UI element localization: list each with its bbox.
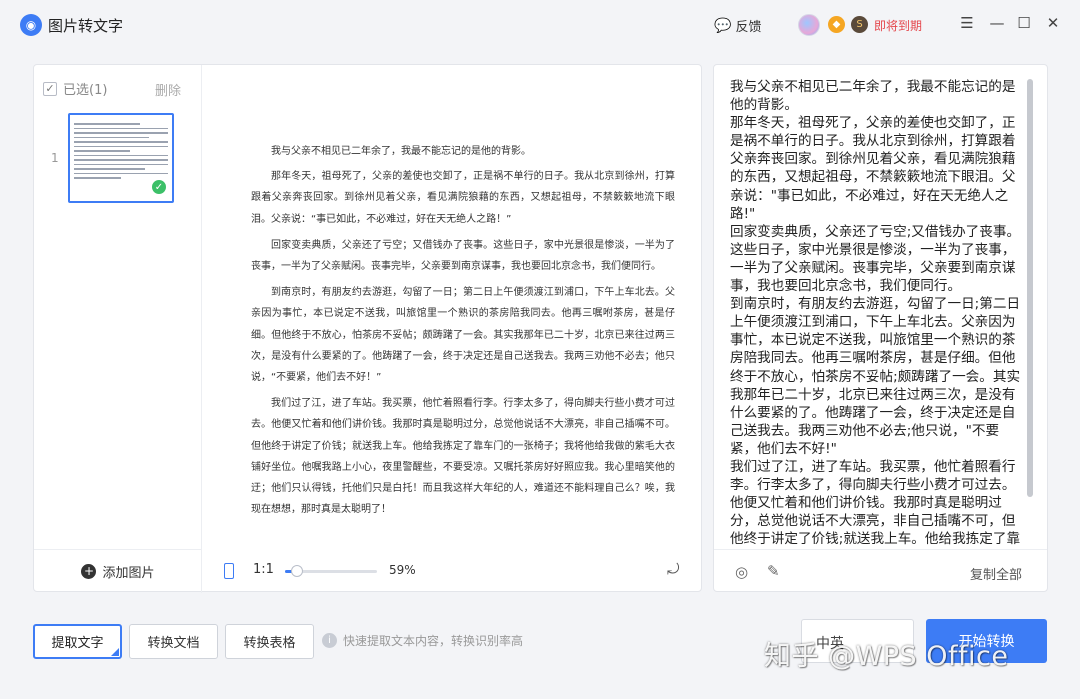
result-text[interactable]: 我与父亲不相见已二年余了，我最不能忘记的是他的背影。 那年冬天，祖母死了，父亲的… bbox=[730, 78, 1022, 548]
super-member-icon: S bbox=[851, 16, 868, 33]
feedback-label: 反馈 bbox=[735, 20, 762, 35]
app-title: 图片转文字 bbox=[48, 17, 124, 35]
maximize-icon[interactable]: ☐ bbox=[1014, 14, 1034, 32]
convert-document-button[interactable]: 转换文档 bbox=[129, 624, 218, 659]
add-image-label: 添加图片 bbox=[102, 566, 155, 581]
info-icon: i bbox=[322, 633, 337, 648]
result-panel: 我与父亲不相见已二年余了，我最不能忘记的是他的背影。 那年冬天，祖母死了，父亲的… bbox=[713, 64, 1048, 592]
result-paragraph: 到南京时，有朋友约去游逛，勾留了一日;第二日上午便须渡江到浦口，下午上车北去。父… bbox=[730, 296, 1021, 457]
zoom-slider-handle[interactable] bbox=[290, 565, 303, 577]
extract-text-button[interactable]: 提取文字 bbox=[33, 624, 122, 659]
convert-table-button[interactable]: 转换表格 bbox=[225, 624, 314, 659]
minimize-icon[interactable]: — bbox=[987, 14, 1007, 32]
hint-text: 快速提取文本内容，转换识别率高 bbox=[343, 634, 524, 648]
preview-document: 我与父亲不相见已二年余了，我最不能忘记的是他的背影。 那年冬天，祖母死了，父亲的… bbox=[251, 141, 675, 525]
feedback-icon: 💬 bbox=[714, 17, 732, 34]
result-scrollbar[interactable] bbox=[1027, 79, 1033, 549]
thumbnail-column: ✓ 已选(1) 删除 1 ✓ + 添加图片 bbox=[34, 65, 202, 593]
rotate-icon[interactable]: ⤾ bbox=[667, 560, 680, 578]
delete-button[interactable]: 删除 bbox=[155, 80, 181, 99]
watermark: 知乎 @WPS Office bbox=[764, 641, 1009, 672]
selected-check-icon: ✓ bbox=[151, 179, 167, 195]
title-bar: ◉ 图片转文字 💬 反馈 ◆ S 即将到期 ☰ — ☐ ✕ bbox=[0, 0, 1080, 50]
image-preview[interactable]: 我与父亲不相见已二年余了，我最不能忘记的是他的背影。 那年冬天，祖母死了，父亲的… bbox=[203, 65, 702, 549]
select-all-label: 已选(1) bbox=[63, 83, 108, 98]
copy-all-button[interactable]: 复制全部 bbox=[970, 564, 1022, 583]
preview-toolbar: 1:1 59% ⤾ bbox=[203, 549, 702, 593]
add-image-button[interactable]: + 添加图片 bbox=[34, 549, 202, 593]
result-scrollbar-thumb[interactable] bbox=[1027, 79, 1033, 497]
fit-width-icon[interactable] bbox=[224, 563, 234, 579]
vip-badge-icon: ◆ bbox=[828, 16, 845, 33]
checkbox-check-icon: ✓ bbox=[43, 81, 57, 96]
image-workspace: ✓ 已选(1) 删除 1 ✓ + 添加图片 我与父亲不相见已二年余了，我最不能忘… bbox=[33, 64, 702, 593]
close-icon[interactable]: ✕ bbox=[1043, 14, 1063, 32]
hint: i 快速提取文本内容，转换识别率高 bbox=[322, 632, 523, 649]
proofread-icon[interactable]: ◎ bbox=[735, 563, 748, 581]
preview-paragraph: 我们过了江，进了车站。我买票，他忙着照看行李。行李太多了，得向脚夫行些小费才可过… bbox=[251, 398, 675, 516]
app-logo-icon: ◉ bbox=[20, 14, 42, 36]
result-toolbar: ◎ ✎ 复制全部 bbox=[714, 549, 1047, 591]
edit-icon[interactable]: ✎ bbox=[767, 562, 780, 580]
preview-paragraph: 那年冬天，祖母死了，父亲的差使也交卸了，正是祸不单行的日子。我从北京到徐州，打算… bbox=[251, 171, 675, 225]
expire-link[interactable]: 即将到期 bbox=[874, 17, 922, 34]
add-icon: + bbox=[81, 564, 97, 579]
result-paragraph: 那年冬天，祖母死了，父亲的差使也交卸了，正是祸不单行的日子。我从北京到徐州，打算… bbox=[730, 115, 1016, 222]
preview-paragraph: 我与父亲不相见已二年余了，我最不能忘记的是他的背影。 bbox=[271, 146, 531, 157]
zoom-percent: 59% bbox=[389, 563, 416, 577]
avatar[interactable] bbox=[798, 14, 820, 36]
menu-icon[interactable]: ☰ bbox=[957, 14, 977, 32]
select-all-checkbox[interactable]: ✓ 已选(1) bbox=[43, 79, 107, 98]
result-paragraph: 我们过了江，进了车站。我买票，他忙着照看行李。行李太多了，得向脚夫行些小费才可过… bbox=[730, 458, 1021, 548]
preview-paragraph: 回家变卖典质，父亲还了亏空；又借钱办了丧事。这些日子，家中光景很是惨淡，一半为了… bbox=[251, 239, 675, 273]
preview-paragraph: 到南京时，有朋友约去游逛，勾留了一日；第二日上午便须渡江到浦口，下午上车北去。父… bbox=[251, 287, 675, 384]
thumbnail-index: 1 bbox=[51, 151, 59, 165]
feedback-button[interactable]: 💬 反馈 bbox=[714, 16, 762, 36]
result-paragraph: 我与父亲不相见已二年余了，我最不能忘记的是他的背影。 bbox=[730, 79, 1016, 114]
result-paragraph: 回家变卖典质，父亲还了亏空;又借钱办了丧事。这些日子，家中光景很是惨淡，一半为了… bbox=[730, 223, 1021, 295]
actual-size-button[interactable]: 1:1 bbox=[253, 562, 274, 577]
